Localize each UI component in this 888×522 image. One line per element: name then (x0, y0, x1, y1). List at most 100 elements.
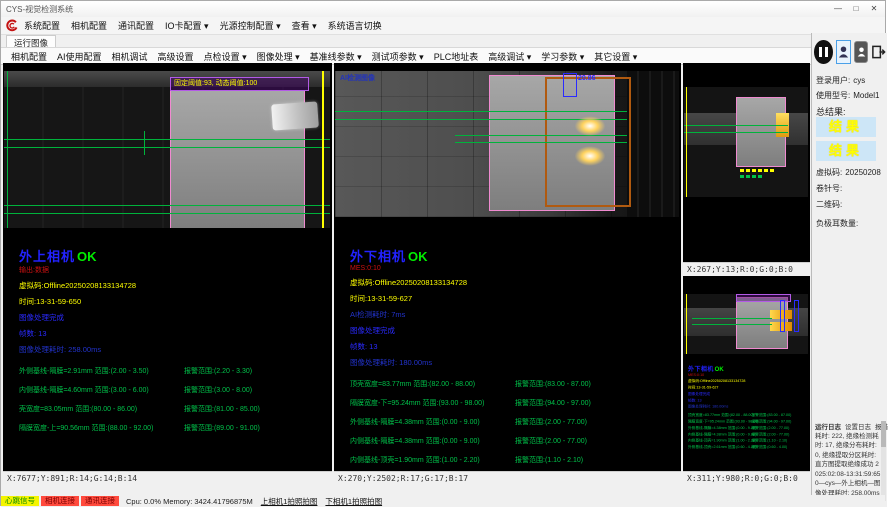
measurement-value: 顶壳宽度=83.77mm 范围:(82.00 - 88.00) (688, 412, 754, 417)
app-logo-icon (5, 19, 19, 32)
tool-ai-usage-config[interactable]: AI使用配置 (57, 50, 102, 63)
elapsed-time-text: 图像处理耗时: 180.00ms (688, 404, 808, 409)
result-ok-badge: OK (77, 249, 97, 264)
menu-item-camera-config[interactable]: 相机配置 (71, 19, 107, 32)
tool-plc-address-table[interactable]: PLC地址表 (434, 50, 479, 63)
log-text: 耗时: 222, 绝缘检测耗时: 17, 绝缘分布耗时: 0, 绝缘提取分区耗时… (815, 432, 882, 498)
statusbar: 心跳信号 相机连接 通讯连接 Cpu: 0.0% Memory: 3424.41… (1, 495, 885, 507)
tool-spot-check[interactable]: 点检设置 ▾ (204, 50, 247, 63)
yellow-reference-line (686, 87, 687, 197)
log-scrollbar[interactable] (881, 421, 886, 501)
yellow-reference-line (322, 71, 324, 228)
close-button[interactable]: ✕ (865, 1, 883, 16)
camera-image-aux-bottom[interactable] (684, 294, 808, 354)
result-block-outer-bottom: 外下相机OK MES:0:10 虚拟码:Offline2025020813313… (350, 246, 660, 490)
pause-icon (819, 47, 822, 57)
menu-item-light-config[interactable]: 光源控制配置 ▾ (220, 19, 281, 32)
measure-line (692, 324, 772, 325)
barcode-text: 虚拟码:Offline20250208133134728 (688, 378, 808, 383)
threshold-label: 固定阈值:93, 动态阈值:100 (174, 80, 257, 87)
menu-item-view[interactable]: 查看 ▾ (292, 19, 317, 32)
tool-learning-params[interactable]: 学习参数 ▾ (541, 50, 584, 63)
tab-connector-object (271, 101, 319, 130)
alarm-range: 报警范围:(1.10 - 2.10) (751, 438, 787, 443)
menu-item-system-config[interactable]: 系统配置 (24, 19, 60, 32)
model-row: 使用型号:Model1 (816, 90, 879, 101)
tool-test-item-params[interactable]: 测试项参数 ▾ (372, 50, 424, 63)
login-user-value: cys (853, 76, 865, 85)
measurement-value: 隔膜宽度-下=95.24mm 范围:(93.00 - 98.00) (350, 398, 484, 408)
alarm-range: 报警范围:(2.00 - 77.00) (515, 436, 587, 446)
negative-tab-count-label: 负极耳数量: (816, 218, 858, 229)
measure-line (684, 132, 788, 133)
measurement-value: 外侧基线-隔膜=4.38mm 范围:(0.00 - 9.00) (350, 417, 480, 427)
log-tab-settings[interactable]: 设置日志 (845, 421, 871, 431)
camera-result-title: 外上相机OK (19, 246, 329, 265)
login-user-button[interactable] (836, 40, 851, 64)
tool-image-processing[interactable]: 图像处理 ▾ (257, 50, 300, 63)
output-subtitle: 输出:数据 (19, 265, 329, 275)
measure-tick (144, 131, 145, 155)
alarm-range: 报警范围:(83.00 - 87.00) (751, 412, 791, 417)
pause-button[interactable] (814, 40, 833, 64)
minimize-button[interactable]: — (829, 1, 847, 16)
camera-image-outer-bottom[interactable]: AI检测图像 20.86 (335, 71, 679, 217)
measure-value-label: 20.86 (578, 75, 596, 82)
camera-image-aux-top[interactable] (684, 87, 808, 197)
measure-line (684, 125, 788, 126)
model-label: 使用型号: (816, 91, 850, 100)
measurement-value: 外侧基线-隔膜=2.91mm 范围:(2.00 - 3.50) (19, 366, 149, 376)
process-status-text: 图像处理完成 (350, 325, 660, 336)
measurement-value: 隔膜宽度-下=95.24mm 范围:(93.00 - 98.00) (688, 419, 759, 424)
frame-count-text: 帧数: 13 (688, 398, 808, 403)
measurement-row: 隔膜宽度-上=90.56mm 范围:(88.00 - 92.00)报警范围:(8… (19, 420, 329, 439)
cursor-pixel-info: X:311;Y:980;R:0;G:0;B:0 (683, 471, 810, 484)
maximize-button[interactable]: □ (847, 1, 865, 16)
baseline-line (4, 147, 330, 148)
measurement-row: 隔膜宽度-下=95.24mm 范围:(93.00 - 98.00)报警范围:(9… (350, 395, 660, 414)
time-text: 时间:13-31-59-627 (350, 293, 660, 304)
alarm-range: 报警范围:(3.00 - 8.00) (184, 385, 252, 395)
pin-number-label: 卷针号: (816, 183, 842, 194)
qr-code-label: 二维码: (816, 199, 842, 210)
exit-button[interactable] (871, 41, 886, 63)
camera-name: 外上相机 (19, 249, 75, 264)
process-status-text: 图像处理完成 (19, 312, 329, 323)
tool-advanced-settings[interactable]: 高级设置 (158, 50, 194, 63)
menu-item-comm-config[interactable]: 通讯配置 (118, 19, 154, 32)
lock-user-button[interactable] (854, 41, 868, 63)
menu-item-language-switch[interactable]: 系统语言切换 (328, 19, 382, 32)
mes-subtitle: MES:0:10 (350, 265, 660, 272)
ai-time-text: AI检测耗时: 7ms (350, 309, 660, 320)
barcode-text: 虚拟码:Offline20250208133134728 (350, 277, 660, 288)
menubar: 系统配置 相机配置 通讯配置 IO卡配置 ▾ 光源控制配置 ▾ 查看 ▾ 系统语… (1, 17, 885, 35)
menu-item-io-config[interactable]: IO卡配置 ▾ (165, 19, 209, 32)
tool-baseline-params[interactable]: 基准线参数 ▾ (310, 50, 362, 63)
scrollbar-thumb[interactable] (881, 421, 886, 447)
mini-result-block: 外下相机OK MES:0:10 虚拟码:Offline2025020813313… (688, 364, 808, 469)
tool-camera-debug[interactable]: 相机调试 (112, 50, 148, 63)
camera-connection-badge: 相机连接 (41, 496, 79, 506)
camera-image-outer-top[interactable]: 固定阈值:93, 动态阈值:100 (4, 71, 330, 228)
top-camera-capture-link[interactable]: 上相机1拍照拍图 (261, 496, 318, 507)
result-box-top: 结果 (816, 117, 876, 137)
camera-name: 外下相机 (688, 365, 714, 372)
alarm-range: 报警范围:(1.10 - 2.10) (515, 455, 583, 465)
tool-other-settings[interactable]: 其它设置 ▾ (594, 50, 637, 63)
bottom-camera-capture-link[interactable]: 下相机1拍照拍图 (325, 496, 382, 507)
tool-camera-config[interactable]: 相机配置 (11, 50, 47, 63)
measurement-row: 内侧基线-隔膜=4.60mm 范围:(3.00 - 6.00)报警范围:(3.0… (19, 382, 329, 401)
result-block-outer-top: 外上相机OK 输出:数据 虚拟码:Offline2025020813313472… (19, 246, 329, 439)
ai-region-label: AI检测图像 (340, 73, 375, 83)
time-text: 时间:13-31-59-627 (688, 385, 808, 390)
camera-panel-outer-top: 固定阈值:93, 动态阈值:100 外上相机OK 输出:数据 虚拟码:Offli… (3, 63, 332, 484)
main-window: CYS-视觉检测系统 — □ ✕ 系统配置 相机配置 通讯配置 IO卡配置 ▾ … (0, 0, 886, 506)
measure-roi-box (563, 73, 577, 97)
log-tab-run[interactable]: 运行日志 (815, 421, 841, 431)
alarm-range: 报警范围:(89.00 - 91.00) (184, 423, 260, 433)
measurement-row: 顶壳宽度=83.77mm 范围:(82.00 - 88.00)报警范围:(83.… (350, 376, 660, 395)
camera-panel-aux-top: X:267;Y:13;R:0;G:0;B:0 (683, 63, 810, 275)
tool-advanced-debug[interactable]: 高级调试 ▾ (488, 50, 531, 63)
measure-line (4, 205, 330, 206)
result-box-bottom: 结果 (816, 141, 876, 161)
